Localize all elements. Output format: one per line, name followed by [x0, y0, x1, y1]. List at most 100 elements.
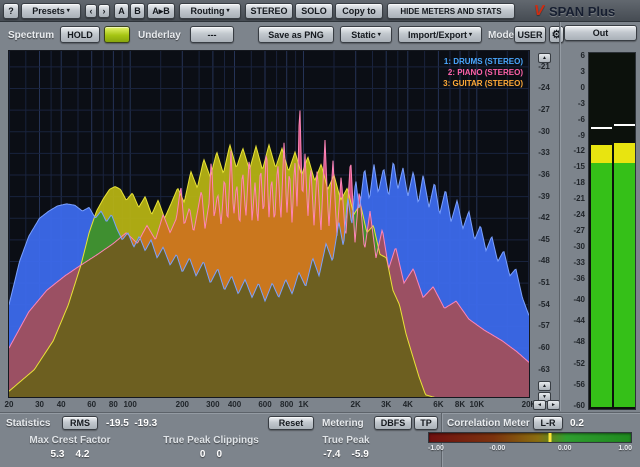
meter-scale-label: -15 — [561, 162, 585, 171]
db-tick-label: -30 — [531, 127, 557, 136]
freq-tick-label: 800 — [280, 400, 293, 409]
underlay-label: Underlay — [138, 30, 181, 41]
meter-scale-label: -9 — [561, 131, 585, 140]
underlay-select-button[interactable]: --- — [190, 26, 234, 43]
statistics-section-label: Statistics — [6, 418, 50, 429]
meter-bar-green-segment — [614, 163, 635, 407]
db-axis: -21-24-27-30-33-36-39-42-45-48-51-54-57-… — [531, 51, 557, 399]
meter-scale-label: -21 — [561, 194, 585, 203]
db-tick-label: -39 — [531, 192, 557, 201]
db-tick-label: -33 — [531, 148, 557, 157]
db-tick-label: -21 — [531, 62, 557, 71]
meter-scale-label: -40 — [561, 295, 585, 304]
divider — [559, 22, 560, 411]
spectrum-display[interactable]: 1: DRUMS (STEREO)2: PIANO (STEREO)3: GUI… — [8, 50, 530, 398]
freq-tick-label: 1K — [298, 400, 308, 409]
meter-scale-label: -44 — [561, 316, 585, 325]
db-tick-label: -48 — [531, 256, 557, 265]
display-mode-label: Static — [351, 30, 376, 40]
spectrum-section-label: Spectrum — [8, 30, 54, 41]
meter-scale-label: -48 — [561, 337, 585, 346]
db-tick-label: -63 — [531, 365, 557, 374]
meter-scale-label: -3 — [561, 99, 585, 108]
legend-item: 3: GUITAR (STEREO) — [443, 78, 523, 89]
db-tick-label: -54 — [531, 300, 557, 309]
rms-selector-button[interactable]: RMS — [62, 416, 98, 430]
out-meter-title-button[interactable]: Out — [564, 25, 637, 41]
correlation-pair-button[interactable]: L-R — [533, 416, 563, 430]
import-export-label: Import/Export — [408, 30, 467, 40]
voxengo-logo-icon: V — [534, 2, 544, 19]
freq-tick-label: 8K — [455, 400, 465, 409]
meter-scale-label: -56 — [561, 380, 585, 389]
help-button[interactable]: ? — [3, 3, 19, 19]
channel-mode-button[interactable]: STEREO — [245, 3, 293, 19]
dropdown-arrow-icon: ▾ — [67, 8, 70, 14]
correlation-scale-label: -1.00 — [428, 445, 444, 452]
routing-button[interactable]: Routing ▾ — [179, 3, 241, 19]
reset-button[interactable]: Reset — [268, 416, 314, 430]
db-tick-label: -36 — [531, 170, 557, 179]
correlation-meter-section-label: Correlation Meter — [447, 418, 530, 429]
import-export-button[interactable]: Import/Export ▾ — [398, 26, 482, 43]
meter-scale-label: -12 — [561, 146, 585, 155]
correlation-scale-label: 1.00 — [618, 445, 632, 452]
divider — [0, 412, 640, 413]
max-crest-factor-label: Max Crest Factor — [0, 435, 140, 446]
save-png-button[interactable]: Save as PNG — [258, 26, 334, 43]
metering-label: Metering — [322, 418, 364, 429]
dropdown-arrow-icon: ▾ — [469, 32, 472, 38]
true-peak-value: -7.4 -5.9 — [282, 449, 410, 460]
hide-meters-stats-button[interactable]: HIDE METERS AND STATS — [387, 3, 515, 19]
spectrum-canvas — [9, 51, 529, 397]
preset-next-button[interactable]: › — [98, 4, 110, 18]
legend-item: 1: DRUMS (STEREO) — [443, 56, 523, 67]
output-meter-panel: Out 630-3-6-9-12-15-18-21-24-27-30-33-36… — [561, 22, 640, 411]
preset-prev-button[interactable]: ‹ — [85, 4, 97, 18]
solo-button[interactable]: SOLO — [295, 3, 333, 19]
span-plus-window: ? Presets ▾ ‹ › A B A▸B Routing ▾ STEREO… — [0, 0, 640, 467]
meter-scale-label: 0 — [561, 83, 585, 92]
meter-scale-label: 6 — [561, 51, 585, 60]
true-peak-toggle-button[interactable]: TP — [414, 416, 438, 430]
db-tick-label: -51 — [531, 278, 557, 287]
routing-label: Routing — [190, 6, 224, 16]
top-toolbar: ? Presets ▾ ‹ › A B A▸B Routing ▾ STEREO… — [0, 0, 640, 22]
presets-button[interactable]: Presets ▾ — [21, 3, 81, 19]
spectrum-legend: 1: DRUMS (STEREO)2: PIANO (STEREO)3: GUI… — [443, 56, 523, 89]
db-tick-label: -42 — [531, 213, 557, 222]
meter-peak-hold-mark — [591, 127, 612, 129]
freq-tick-label: 20 — [5, 400, 14, 409]
freq-tick-label: 300 — [206, 400, 219, 409]
plugin-title: SPAN Plus — [549, 4, 615, 19]
db-scale-shift-up-button[interactable]: ▲ — [538, 381, 551, 391]
dbfs-toggle-button[interactable]: DBFS — [374, 416, 412, 430]
db-tick-label: -27 — [531, 105, 557, 114]
dropdown-arrow-icon: ▾ — [226, 8, 229, 14]
freq-tick-label: 600 — [258, 400, 271, 409]
a-to-b-copy-button[interactable]: A▸B — [147, 3, 175, 19]
correlation-meter-bar[interactable] — [428, 432, 632, 443]
spectrum-color-led-button[interactable] — [104, 26, 130, 43]
db-scale-up-button[interactable]: ▲ — [538, 53, 551, 63]
meter-scale-label: -24 — [561, 210, 585, 219]
meter-scale-label: -33 — [561, 258, 585, 267]
frequency-axis: 20304060801002003004006008001K2K3K4K6K8K… — [9, 400, 530, 411]
copy-to-button[interactable]: Copy to — [335, 3, 383, 19]
mode-value-button[interactable]: USER — [514, 26, 546, 43]
meter-scale-label: -18 — [561, 178, 585, 187]
ab-b-button[interactable]: B — [130, 3, 145, 19]
legend-item: 2: PIANO (STEREO) — [443, 67, 523, 78]
correlation-value: 0.2 — [570, 418, 584, 429]
display-mode-button[interactable]: Static ▾ — [340, 26, 392, 43]
ab-a-button[interactable]: A — [114, 3, 129, 19]
meter-bar-yellow-segment — [591, 145, 612, 163]
freq-scroll-left-button[interactable]: ◄ — [533, 400, 546, 410]
meter-scale-label: -60 — [561, 401, 585, 410]
meter-scale-label: -36 — [561, 274, 585, 283]
max-crest-factor-value: 5.3 4.2 — [0, 449, 140, 460]
output-level-meter[interactable] — [588, 52, 636, 410]
true-peak-clippings-value: 0 0 — [140, 449, 282, 460]
db-tick-label: -24 — [531, 83, 557, 92]
hold-button[interactable]: HOLD — [60, 26, 100, 43]
